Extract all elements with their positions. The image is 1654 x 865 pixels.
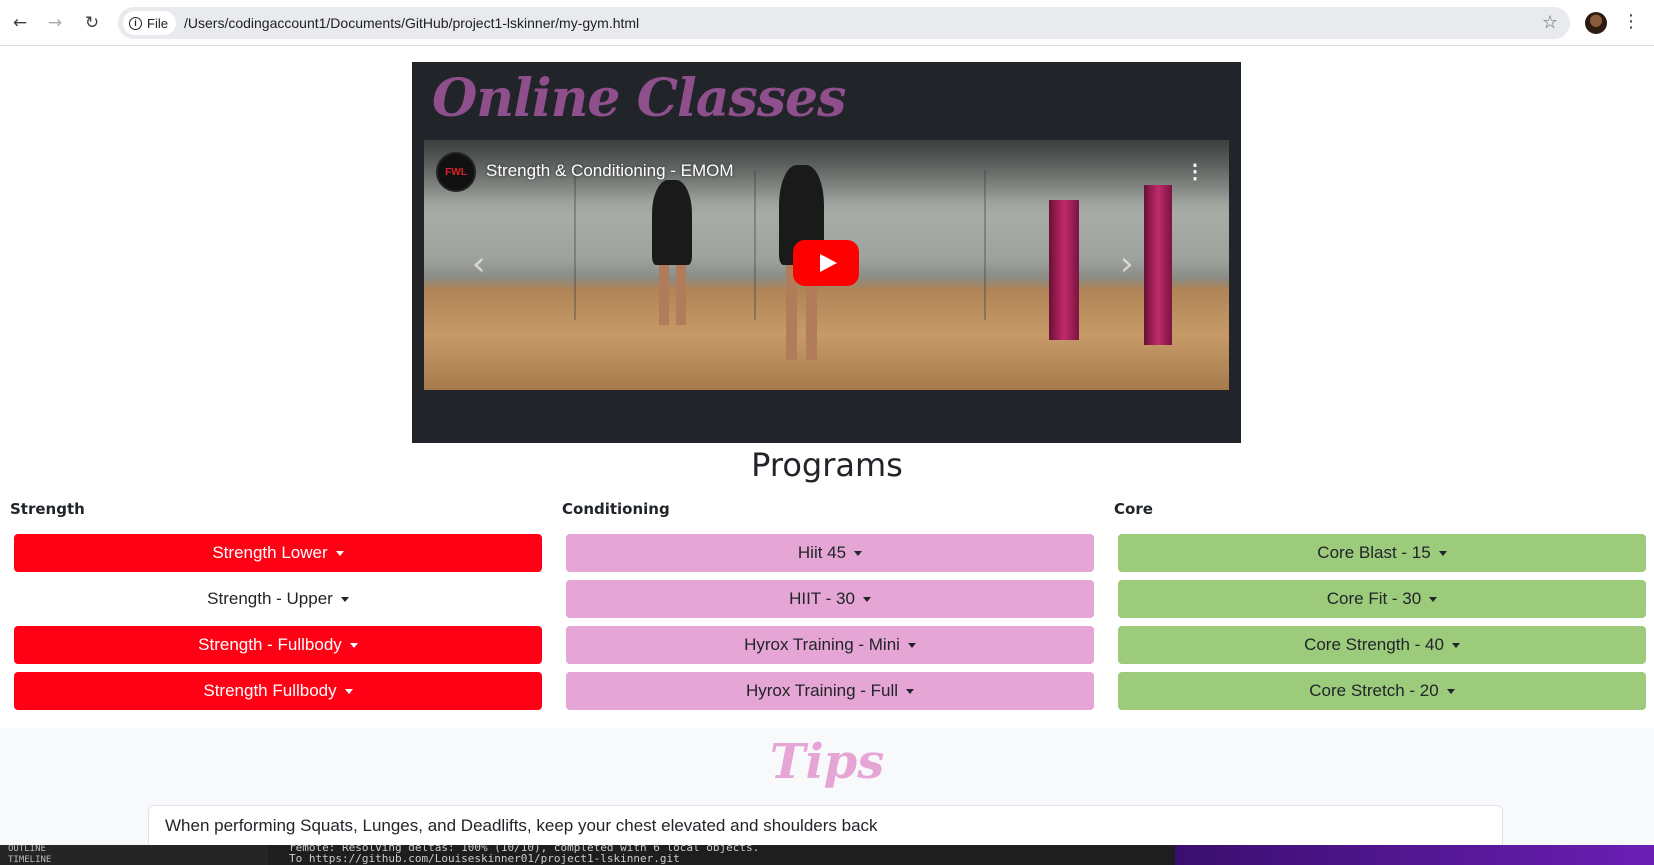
strength-fullbody-2-dropdown[interactable]: Strength Fullbody: [14, 672, 542, 710]
carousel-prev-icon[interactable]: ‹: [472, 244, 486, 284]
site-info-chip[interactable]: i File: [123, 11, 176, 35]
button-label: Core Blast - 15: [1317, 543, 1431, 562]
core-blast-dropdown[interactable]: Core Blast - 15: [1118, 534, 1646, 572]
caret-down-icon: [349, 642, 358, 648]
caret-down-icon: [344, 688, 353, 694]
caret-down-icon: [1429, 596, 1438, 602]
hyrox-full-dropdown[interactable]: Hyrox Training - Full: [566, 672, 1094, 710]
site-info-label: File: [147, 15, 168, 31]
strength-fullbody-dropdown[interactable]: Strength - Fullbody: [14, 626, 542, 664]
core-strength-dropdown[interactable]: Core Strength - 40: [1118, 626, 1646, 664]
terminal-output: remote: Resolving deltas: 100% (10/10), …: [289, 845, 1169, 864]
profile-avatar[interactable]: [1585, 12, 1607, 34]
button-label: Hiit 45: [797, 543, 847, 562]
column-label: Core: [1114, 500, 1153, 518]
play-icon[interactable]: [793, 240, 859, 286]
button-label: Strength - Fullbody: [198, 635, 342, 654]
video-scenery: [984, 170, 986, 320]
editor-sidebar: OUTLINE TIMELINE: [0, 845, 268, 865]
video-scenery: [574, 170, 576, 320]
video-figure: [652, 180, 692, 265]
button-label: Core Strength - 40: [1304, 635, 1444, 654]
browser-toolbar: ← → ↻ i File /Users/codingaccount1/Docum…: [0, 0, 1654, 46]
caret-down-icon: [1446, 688, 1455, 694]
video-player[interactable]: FWL Strength & Conditioning - EMOM ⋮ ‹ ›: [424, 140, 1229, 390]
carousel-next-icon[interactable]: ›: [1120, 244, 1134, 284]
caret-down-icon: [335, 550, 344, 556]
strength-lower-dropdown[interactable]: Strength Lower: [14, 534, 542, 572]
column-label: Strength: [10, 500, 85, 518]
button-label: Strength Lower: [212, 543, 328, 562]
core-stretch-dropdown[interactable]: Core Stretch - 20: [1118, 672, 1646, 710]
strength-upper-dropdown[interactable]: Strength - Upper: [14, 580, 542, 618]
button-label: Hyrox Training - Full: [745, 681, 899, 700]
video-figure: [676, 265, 686, 325]
caret-down-icon: [340, 596, 349, 602]
video-more-icon[interactable]: ⋮: [1185, 160, 1205, 184]
reload-icon[interactable]: ↻: [80, 11, 104, 35]
caret-down-icon: [1451, 642, 1460, 648]
sidebar-label: TIMELINE: [8, 855, 52, 865]
channel-logo[interactable]: FWL: [436, 152, 476, 192]
video-scenery: [1144, 185, 1172, 345]
programs-heading: Programs: [751, 446, 903, 484]
hyrox-mini-dropdown[interactable]: Hyrox Training - Mini: [566, 626, 1094, 664]
tips-title: Tips: [769, 734, 885, 790]
back-icon[interactable]: ←: [8, 11, 32, 35]
online-classes-title: Online Classes: [432, 68, 846, 129]
tip-card: When performing Squats, Lunges, and Dead…: [148, 805, 1503, 845]
address-bar[interactable]: i File /Users/codingaccount1/Documents/G…: [118, 7, 1570, 39]
terminal-line: To https://github.com/Louiseskinner01/pr…: [289, 852, 680, 865]
background-window: OUTLINE TIMELINE remote: Resolving delta…: [0, 845, 1654, 865]
hiit-30-dropdown[interactable]: HIIT - 30: [566, 580, 1094, 618]
button-label: Strength Fullbody: [203, 681, 337, 700]
bookmark-star-icon[interactable]: ☆: [1542, 12, 1558, 33]
video-scenery: [1049, 200, 1079, 340]
info-icon: i: [129, 16, 142, 30]
caret-down-icon: [1438, 550, 1447, 556]
caret-down-icon: [854, 550, 863, 556]
tips-section: Tips When performing Squats, Lunges, and…: [0, 728, 1654, 845]
button-label: Core Stretch - 20: [1309, 681, 1439, 700]
button-label: Strength - Upper: [207, 589, 333, 608]
button-label: HIIT - 30: [789, 589, 855, 608]
core-fit-dropdown[interactable]: Core Fit - 30: [1118, 580, 1646, 618]
video-figure: [659, 265, 669, 325]
page-viewport: Online Classes FWL Strength & Conditioni…: [0, 46, 1654, 845]
video-scenery: [754, 170, 756, 320]
caret-down-icon: [906, 688, 915, 694]
browser-menu-icon[interactable]: ⋮: [1622, 11, 1640, 32]
button-label: Core Fit - 30: [1326, 589, 1422, 608]
video-title[interactable]: Strength & Conditioning - EMOM: [486, 161, 734, 181]
caret-down-icon: [907, 642, 916, 648]
sidebar-label: OUTLINE: [8, 845, 46, 854]
button-label: Hyrox Training - Mini: [744, 635, 900, 654]
column-label: Conditioning: [562, 500, 670, 518]
hiit-45-dropdown[interactable]: Hiit 45: [566, 534, 1094, 572]
url-text[interactable]: /Users/codingaccount1/Documents/GitHub/p…: [184, 15, 639, 31]
caret-down-icon: [862, 596, 871, 602]
online-classes-section: Online Classes FWL Strength & Conditioni…: [412, 62, 1241, 443]
forward-icon[interactable]: →: [43, 11, 67, 35]
desktop-wallpaper: [1175, 845, 1654, 865]
